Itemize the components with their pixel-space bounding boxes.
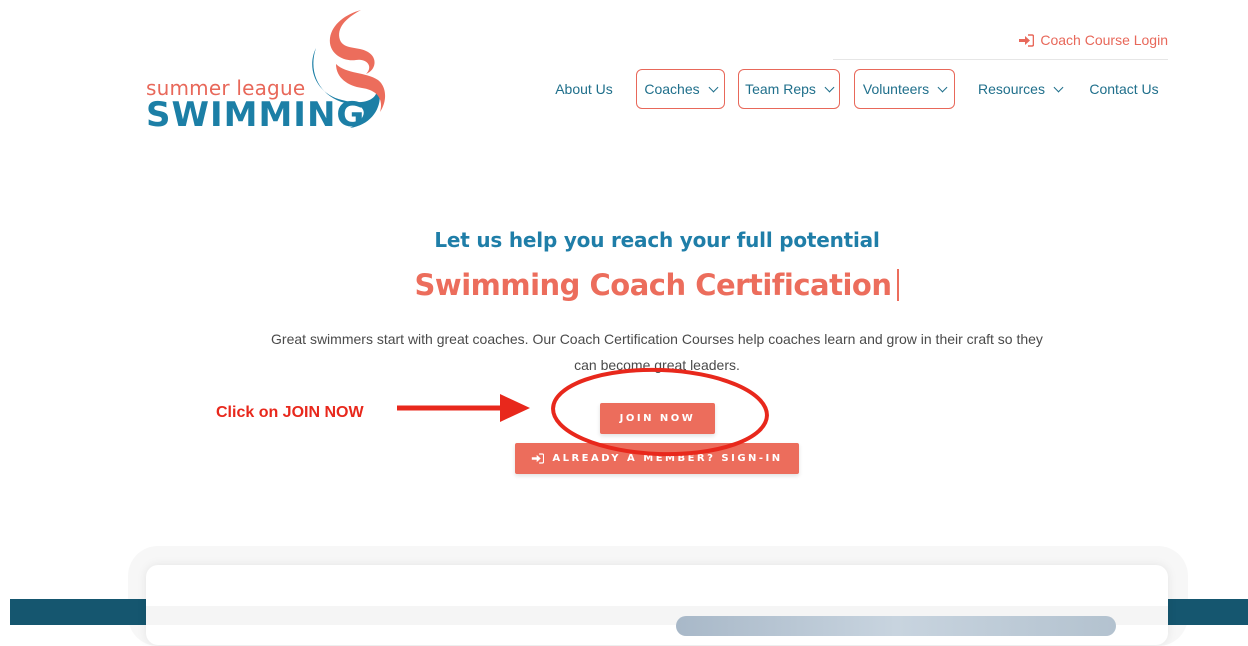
nav-team-reps-label: Team Reps bbox=[745, 81, 816, 97]
header-divider bbox=[833, 59, 1168, 60]
site-logo[interactable]: summer league SWIMMING bbox=[146, 8, 396, 135]
nav-contact-us[interactable]: Contact Us bbox=[1084, 69, 1164, 109]
logo-wordmark: SWIMMING bbox=[146, 95, 366, 135]
hero-title: Swimming Coach Certification bbox=[0, 268, 1248, 302]
nav-contact-us-label: Contact Us bbox=[1089, 81, 1159, 97]
annotation-arrow bbox=[397, 394, 530, 422]
nav-team-reps[interactable]: Team Reps bbox=[738, 69, 840, 109]
annotation-label: Click on JOIN NOW bbox=[216, 404, 364, 421]
nav-resources-label: Resources bbox=[978, 81, 1045, 97]
member-sign-in-button[interactable]: ALREADY A MEMBER? SIGN-IN bbox=[515, 443, 799, 474]
join-now-button[interactable]: JOIN NOW bbox=[600, 403, 715, 434]
card-image bbox=[676, 616, 1116, 636]
nav-about-us-label: About Us bbox=[555, 81, 613, 97]
chevron-down-icon bbox=[708, 82, 719, 92]
nav-volunteers[interactable]: Volunteers bbox=[854, 69, 955, 109]
sign-in-icon bbox=[1019, 33, 1035, 47]
chevron-down-icon bbox=[937, 82, 948, 92]
hero-description: Great swimmers start with great coaches.… bbox=[271, 331, 1043, 373]
typing-cursor bbox=[897, 269, 900, 301]
coach-course-login-link[interactable]: Coach Course Login bbox=[1018, 32, 1168, 48]
hero-subtitle: Let us help you reach your full potentia… bbox=[434, 228, 880, 252]
nav-volunteers-label: Volunteers bbox=[862, 81, 930, 97]
nav-coaches[interactable]: Coaches bbox=[636, 69, 725, 109]
member-sign-in-label: ALREADY A MEMBER? SIGN-IN bbox=[552, 453, 783, 464]
sign-in-icon bbox=[532, 453, 545, 464]
join-now-label: JOIN NOW bbox=[619, 413, 696, 424]
chevron-down-icon bbox=[824, 82, 835, 92]
nav-about-us[interactable]: About Us bbox=[548, 69, 620, 109]
nav-coaches-label: Coaches bbox=[644, 81, 700, 97]
chevron-down-icon bbox=[1053, 82, 1064, 92]
hero-title-text: Swimming Coach Certification bbox=[414, 268, 892, 302]
coach-course-login-label: Coach Course Login bbox=[1040, 32, 1168, 48]
nav-resources[interactable]: Resources bbox=[970, 69, 1070, 109]
